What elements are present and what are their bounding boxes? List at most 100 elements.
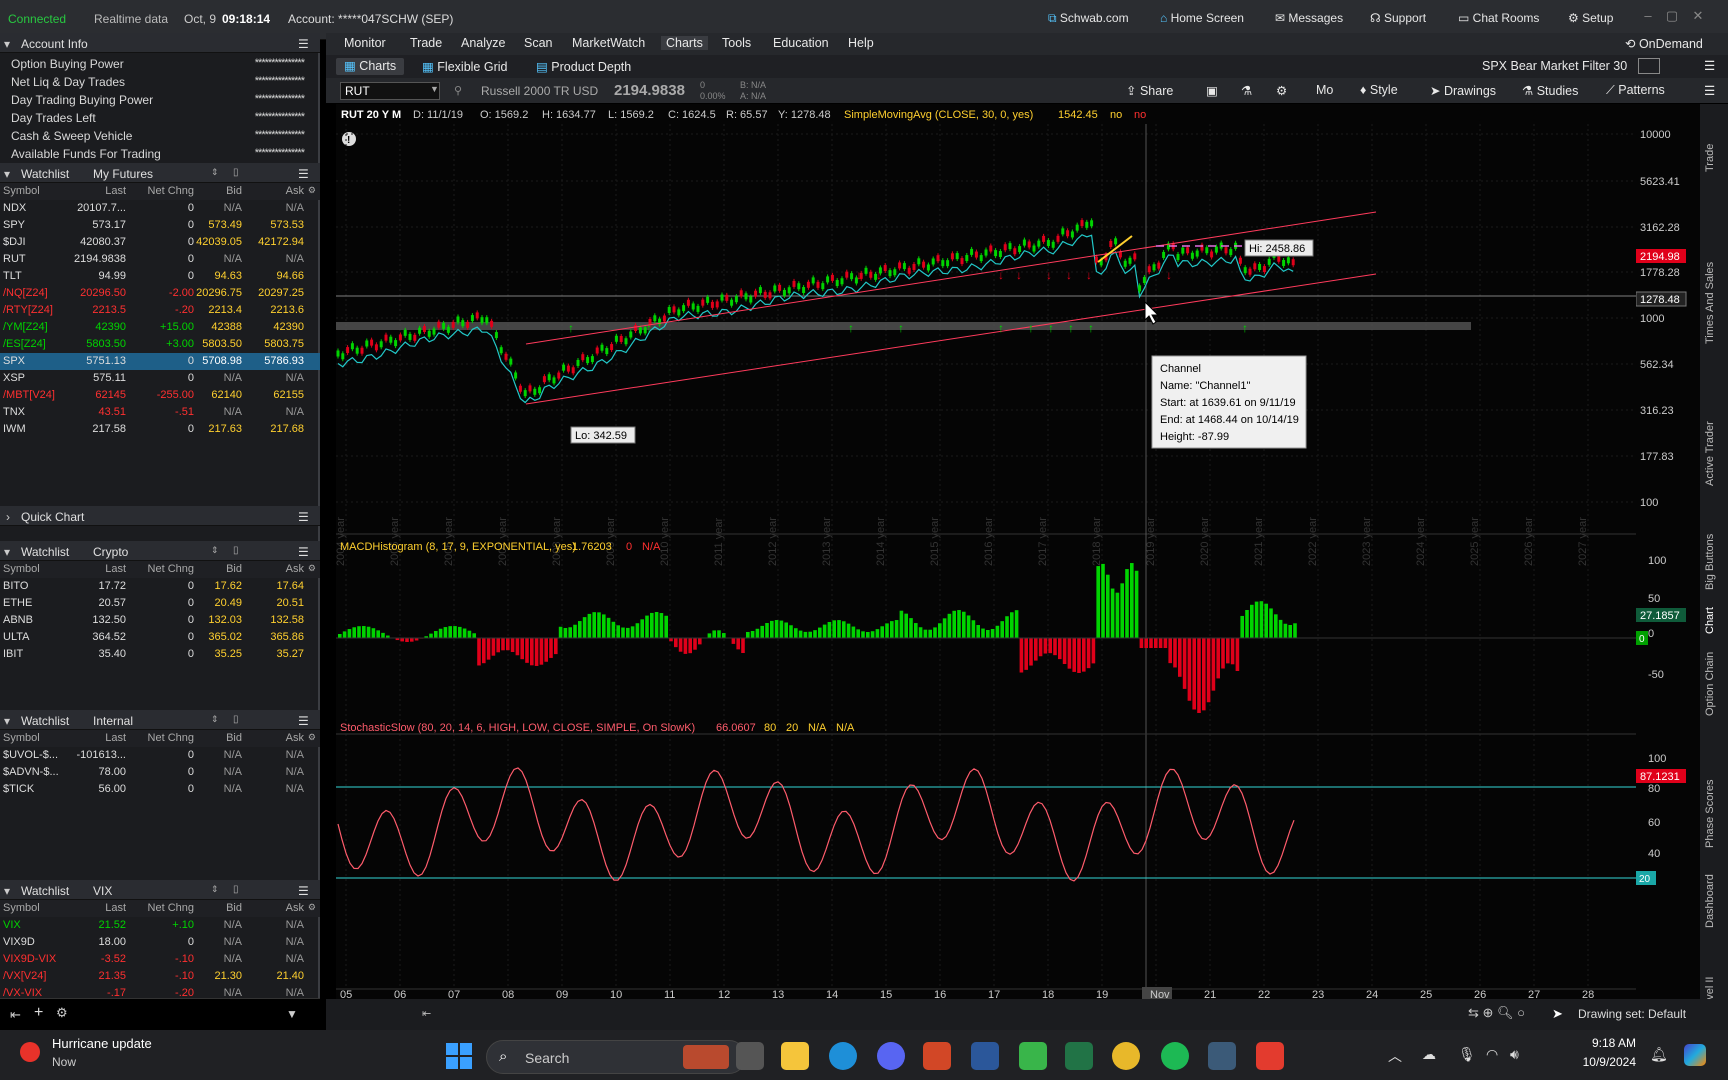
- aggregation-button[interactable]: Mo: [1316, 83, 1333, 97]
- watchlist-header[interactable]: ▾ Watchlist Crypto ⇕ ▯ ☰: [0, 541, 320, 561]
- sort-icon[interactable]: ⇕: [211, 884, 219, 895]
- menu-icon[interactable]: ☰: [1704, 83, 1715, 98]
- watchlist-row[interactable]: XSP 575.11 0 N/A N/A: [0, 370, 320, 387]
- collapse-left-icon[interactable]: ⇤: [10, 1007, 21, 1023]
- watchlist-row[interactable]: /ES[Z24] 5803.50 +3.00 5803.50 5803.75: [0, 336, 320, 353]
- snapshot-icon[interactable]: ▣: [1206, 83, 1218, 98]
- menu-help[interactable]: Help: [848, 36, 874, 50]
- watchlist-row[interactable]: /YM[Z24] 42390 +15.00 42388 42390: [0, 319, 320, 336]
- menu-scan[interactable]: Scan: [524, 36, 553, 50]
- menu-icon[interactable]: ☰: [298, 714, 309, 728]
- zoom-controls-icon[interactable]: ⇆ ⊕ 🔍︎ ○: [1468, 1005, 1525, 1021]
- menu-education[interactable]: Education: [773, 36, 829, 50]
- right-tab-times-and-sales[interactable]: Times And Sales: [1704, 262, 1716, 344]
- watchlist-row[interactable]: /VX[V24] 21.35 -.10 21.30 21.40: [0, 968, 320, 985]
- volume-icon[interactable]: 🔊︎: [1510, 1046, 1519, 1063]
- add-gadget-icon[interactable]: +: [34, 1004, 43, 1022]
- style-button[interactable]: ♦ Style: [1360, 83, 1398, 97]
- tab-charts[interactable]: ▦ Charts: [336, 58, 405, 75]
- clock-time[interactable]: 9:18 AM: [1566, 1036, 1636, 1050]
- taskbar-search-box[interactable]: ⌕ Search: [486, 1040, 746, 1074]
- collapse-icon[interactable]: ▾: [4, 884, 10, 898]
- right-tab-option-chain[interactable]: Option Chain: [1704, 652, 1716, 716]
- flask-icon[interactable]: ⚗: [1241, 83, 1252, 98]
- spotify-icon[interactable]: [1161, 1042, 1189, 1070]
- watchlist-row[interactable]: /VX-VIX -.17 -.20 N/A N/A: [0, 985, 320, 1002]
- tray-chevron-icon[interactable]: ︿: [1388, 1046, 1402, 1066]
- patterns-button[interactable]: ⟋ Patterns: [1606, 83, 1665, 98]
- menu-monitor[interactable]: Monitor: [344, 36, 386, 50]
- watchlist-row[interactable]: /RTY[Z24] 2213.5 -.20 2213.4 2213.6: [0, 302, 320, 319]
- drawings-button[interactable]: ➤ Drawings: [1430, 83, 1496, 98]
- chart-canvas[interactable]: RUT 20 Y M D: 11/1/19 O: 1569.2 H: 1634.…: [335, 104, 1636, 1001]
- menu-charts[interactable]: Charts: [661, 36, 708, 50]
- share-button[interactable]: ⇪ Share: [1126, 83, 1173, 98]
- notifications-bell-icon[interactable]: 🔔︎: [1650, 1046, 1668, 1063]
- gear-icon[interactable]: ⚙: [1276, 83, 1287, 98]
- windows-start-icon[interactable]: [446, 1043, 472, 1069]
- filter-name[interactable]: SPX Bear Market Filter 30: [1482, 59, 1627, 73]
- watchlist-header[interactable]: ▾ Watchlist VIX ⇕ ▯ ☰: [0, 880, 320, 900]
- grid-layout-icon[interactable]: [1638, 58, 1660, 74]
- link-icon[interactable]: ▯: [233, 545, 239, 556]
- task-view-icon[interactable]: [736, 1042, 764, 1070]
- settings-icon[interactable]: ⚙: [56, 1005, 68, 1021]
- drawing-set-label[interactable]: Drawing set: Default: [1578, 1007, 1686, 1021]
- tab-product-depth[interactable]: ▤ Product Depth: [536, 59, 631, 74]
- collapse-icon[interactable]: ▾: [4, 714, 10, 728]
- gear-icon[interactable]: ⚙: [308, 732, 316, 743]
- watchlist-row[interactable]: $ADVN-$... 78.00 0 N/A N/A: [0, 764, 320, 781]
- right-tab-phase-scores[interactable]: Phase Scores: [1704, 780, 1716, 848]
- account-selector[interactable]: Account: *****047SCHW (SEP): [288, 12, 453, 26]
- watchlist-row[interactable]: ABNB 132.50 0 132.03 132.58: [0, 612, 320, 629]
- schwab-link[interactable]: ⧉ Schwab.com: [1048, 11, 1129, 26]
- collapse-icon[interactable]: ▾: [4, 545, 10, 559]
- watchlist-row[interactable]: SPX 5751.13 0 5708.98 5786.93: [0, 353, 320, 370]
- gear-icon[interactable]: ⚙: [308, 185, 316, 196]
- watchlist-row[interactable]: NDX 20107.7... 0 N/A N/A: [0, 200, 320, 217]
- price-axis[interactable]: 10000 5623.41 3162.28 1778.28 1000 562.34 316.…: [1635, 104, 1700, 999]
- watchlist-row[interactable]: BITO 17.72 0 17.62 17.64: [0, 578, 320, 595]
- word-icon[interactable]: [971, 1042, 999, 1070]
- powerpoint-icon[interactable]: [923, 1042, 951, 1070]
- cursor-tool-icon[interactable]: ➤: [1552, 1006, 1563, 1022]
- watchlist-row[interactable]: $TICK 56.00 0 N/A N/A: [0, 781, 320, 798]
- snagit-icon[interactable]: [1256, 1042, 1284, 1070]
- expand-icon[interactable]: ›: [6, 510, 10, 524]
- macd-label[interactable]: MACDHistogram (8, 17, 9, EXPONENTIAL, ye…: [340, 541, 576, 553]
- watchlist-name-select[interactable]: My Futures: [93, 167, 153, 181]
- watchlist-row[interactable]: VIX9D 18.00 0 N/A N/A: [0, 934, 320, 951]
- edge-icon[interactable]: [829, 1042, 857, 1070]
- sort-icon[interactable]: ⇕: [211, 167, 219, 178]
- minimize-button[interactable]: –: [1638, 8, 1658, 26]
- watchlist-row[interactable]: VIX 21.52 +.10 N/A N/A: [0, 917, 320, 934]
- symbol-input[interactable]: [340, 82, 440, 100]
- right-tab-big-buttons[interactable]: Big Buttons: [1704, 534, 1716, 590]
- menu-analyze[interactable]: Analyze: [461, 36, 505, 50]
- quick-chart-header[interactable]: › Quick Chart ☰: [0, 506, 320, 526]
- watchlist-row[interactable]: VIX9D-VIX -3.52 -.10 N/A N/A: [0, 951, 320, 968]
- tab-flexible-grid[interactable]: ▦ Flexible Grid: [422, 59, 507, 74]
- watchlist-header[interactable]: ▾ Watchlist Internal ⇕ ▯ ☰: [0, 710, 320, 730]
- watchlist-row[interactable]: $UVOL-$... -101613... 0 N/A N/A: [0, 747, 320, 764]
- chat-rooms-link[interactable]: ▭ Chat Rooms: [1458, 11, 1539, 25]
- right-tab-dashboard[interactable]: Dashboard: [1704, 874, 1716, 928]
- menu-icon[interactable]: ☰: [1704, 58, 1715, 73]
- notification-title[interactable]: Hurricane update: [52, 1036, 152, 1051]
- watchlist-row[interactable]: TLT 94.99 0 94.63 94.66: [0, 268, 320, 285]
- gear-icon[interactable]: ⚙: [308, 563, 316, 574]
- watchlist-row[interactable]: RUT 2194.9838 0 N/A N/A: [0, 251, 320, 268]
- support-link[interactable]: ☊ Support: [1370, 11, 1426, 25]
- menu-icon[interactable]: ☰: [298, 37, 309, 51]
- maximize-button[interactable]: ▢: [1662, 8, 1682, 26]
- chevron-down-icon[interactable]: ▼: [430, 84, 439, 94]
- watchlist-row[interactable]: /MBT[V24] 62145 -255.00 62140 62155: [0, 387, 320, 404]
- clock-date[interactable]: 10/9/2024: [1566, 1055, 1636, 1069]
- link-icon[interactable]: ▯: [233, 167, 239, 178]
- stoch-label[interactable]: StochasticSlow (80, 20, 14, 6, HIGH, LOW…: [340, 722, 695, 734]
- menu-icon[interactable]: ☰: [298, 884, 309, 898]
- watchlist-row[interactable]: IWM 217.58 0 217.63 217.68: [0, 421, 320, 438]
- collapse-icon[interactable]: ▾: [4, 37, 10, 51]
- chart-area[interactable]: RUT 20 Y M D: 11/1/19 O: 1569.2 H: 1634.…: [335, 104, 1636, 1001]
- right-tab-chart[interactable]: Chart: [1704, 607, 1716, 634]
